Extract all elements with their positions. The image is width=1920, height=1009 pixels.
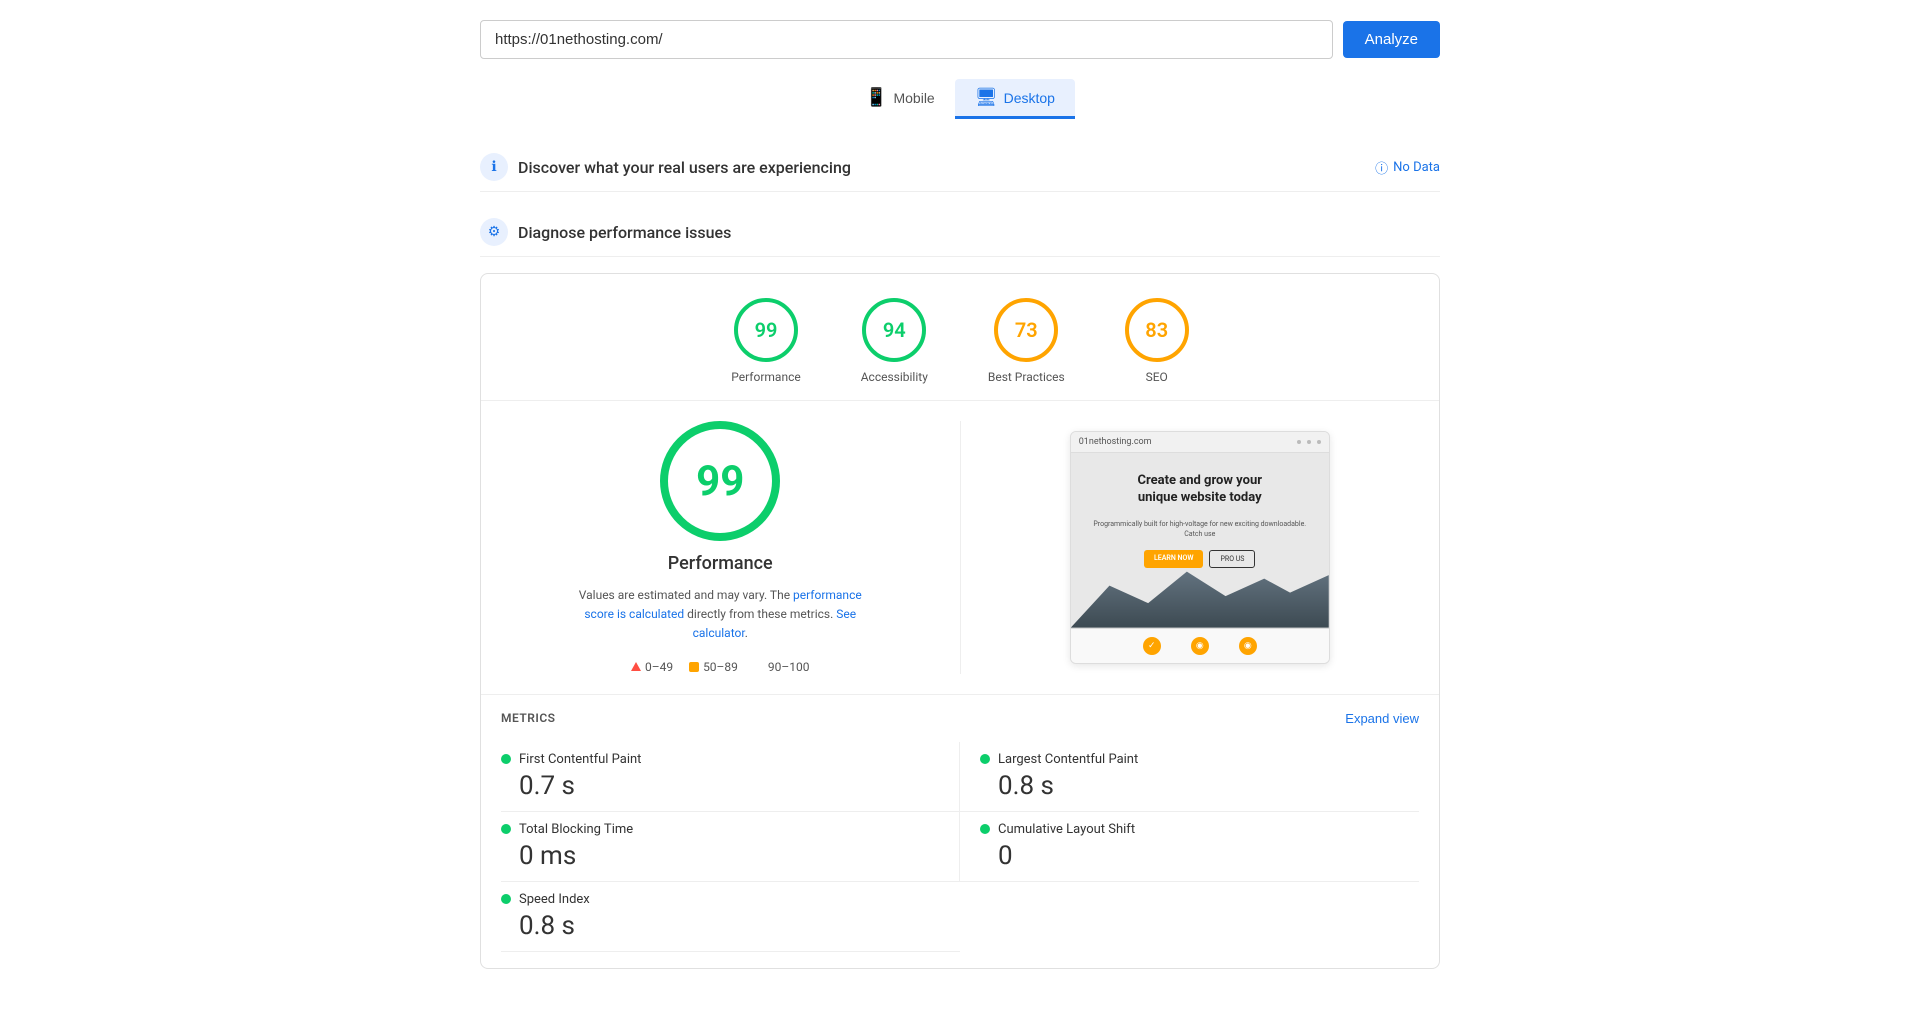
preview-cta-1: LEARN NOW [1144,550,1203,568]
preview-icon-3: ◉ [1239,637,1257,655]
preview-nav [1297,440,1321,444]
score-circle-accessibility: 94 [862,298,926,362]
average-icon [689,662,699,672]
score-item-accessibility: 94 Accessibility [861,298,928,384]
score-label-seo: SEO [1146,370,1168,384]
metrics-header: METRICS Expand view [501,711,1419,726]
discover-section-header: ℹ Discover what your real users are expe… [480,143,1440,192]
discover-title: Discover what your real users are experi… [518,158,851,177]
discover-icon: ℹ [480,153,508,181]
mobile-icon: 📱 [865,87,887,108]
score-item-performance: 99 Performance [731,298,800,384]
score-note: Values are estimated and may vary. The p… [570,586,870,644]
metric-tbt-dot [501,824,511,834]
preview-headline: Create and grow yourunique website today [1137,473,1262,507]
metric-si-name-row: Speed Index [501,892,940,907]
metric-lcp-name: Largest Contentful Paint [998,752,1138,767]
detail-section: 99 Performance Values are estimated and … [481,401,1439,695]
metric-tbt: Total Blocking Time 0 ms [501,812,960,882]
tab-desktop[interactable]: 🖥 Desktop [955,79,1075,119]
legend-item-fail: 0–49 [631,660,673,674]
metric-fcp: First Contentful Paint 0.7 s [501,742,960,812]
metric-tbt-value: 0 ms [501,841,939,871]
nav-dot-1 [1297,440,1301,444]
score-label-accessibility: Accessibility [861,370,928,384]
score-circle-seo: 83 [1125,298,1189,362]
metric-fcp-dot [501,754,511,764]
tabs-row: 📱 Mobile 🖥 Desktop [480,79,1440,119]
metric-si-name: Speed Index [519,892,590,907]
metrics-section: METRICS Expand view First Contentful Pai… [481,695,1439,968]
metric-lcp-name-row: Largest Contentful Paint [980,752,1419,767]
diagnose-title: Diagnose performance issues [518,223,731,242]
page-wrapper: Analyze 📱 Mobile 🖥 Desktop ℹ Discover wh… [460,0,1460,1009]
detail-left: 99 Performance Values are estimated and … [501,421,961,674]
metric-cls-name: Cumulative Layout Shift [998,822,1135,837]
calc-link-2[interactable]: See calculator [693,607,857,640]
preview-subtext: Programmically built for high-voltage fo… [1085,519,1315,540]
url-input[interactable] [480,20,1333,59]
metric-tbt-name: Total Blocking Time [519,822,633,837]
nav-dot-2 [1307,440,1311,444]
big-score-circle: 99 [660,421,780,541]
score-circle-performance: 99 [734,298,798,362]
metric-si: Speed Index 0.8 s [501,882,960,952]
preview-bar: 01nethosting.com [1071,432,1329,453]
metric-cls-value: 0 [980,841,1419,871]
desktop-icon: 🖥 [975,87,998,108]
score-label-performance: Performance [731,370,800,384]
legend-item-good: 90–100 [754,660,810,674]
legend-item-average: 50–89 [689,660,738,674]
metric-cls-name-row: Cumulative Layout Shift [980,822,1419,837]
big-score-label: Performance [668,553,773,574]
metric-si-value: 0.8 s [501,911,940,941]
metrics-grid: First Contentful Paint 0.7 s Largest Con… [501,742,1419,952]
expand-view-button[interactable]: Expand view [1345,711,1419,726]
preview-mountain [1071,558,1329,628]
score-label-best-practices: Best Practices [988,370,1065,384]
metric-cls: Cumulative Layout Shift 0 [960,812,1419,882]
metric-si-dot [501,894,511,904]
tab-mobile[interactable]: 📱 Mobile [845,79,955,119]
score-circle-best-practices: 73 [994,298,1058,362]
scores-row: 99 Performance 94 Accessibility 73 Best … [481,274,1439,401]
diagnose-icon: ⚙ [480,218,508,246]
good-icon [754,662,764,672]
score-card: 99 Performance 94 Accessibility 73 Best … [480,273,1440,969]
score-item-seo: 83 SEO [1125,298,1189,384]
search-bar: Analyze [480,20,1440,59]
calc-link-1[interactable]: performance score is calculated [584,588,861,621]
preview-cta-2: PRO US [1209,550,1255,568]
preview-url: 01nethosting.com [1079,437,1289,447]
metric-tbt-name-row: Total Blocking Time [501,822,939,837]
legend-row: 0–49 50–89 90–100 [631,660,810,674]
detail-right: 01nethosting.com Create and grow youruni… [961,421,1420,674]
preview-icon-1: ✓ [1143,637,1161,655]
fail-icon [631,662,641,671]
metric-fcp-name: First Contentful Paint [519,752,641,767]
analyze-button[interactable]: Analyze [1343,21,1440,58]
metric-lcp: Largest Contentful Paint 0.8 s [960,742,1419,812]
metric-fcp-name-row: First Contentful Paint [501,752,939,767]
no-data-badge: ⓘ No Data [1375,158,1440,177]
info-icon: ⓘ [1375,158,1388,177]
preview-icon-2: ◉ [1191,637,1209,655]
preview-icons-row: ✓ ◉ ◉ [1071,628,1329,663]
metrics-title: METRICS [501,711,556,725]
diagnose-section-header: ⚙ Diagnose performance issues [480,208,1440,257]
website-preview: 01nethosting.com Create and grow youruni… [1070,431,1330,664]
score-item-best-practices: 73 Best Practices [988,298,1065,384]
preview-buttons: LEARN NOW PRO US [1144,550,1255,568]
nav-dot-3 [1317,440,1321,444]
metric-lcp-dot [980,754,990,764]
metric-fcp-value: 0.7 s [501,771,939,801]
metric-cls-dot [980,824,990,834]
metric-lcp-value: 0.8 s [980,771,1419,801]
preview-content: Create and grow yourunique website today… [1071,453,1329,628]
